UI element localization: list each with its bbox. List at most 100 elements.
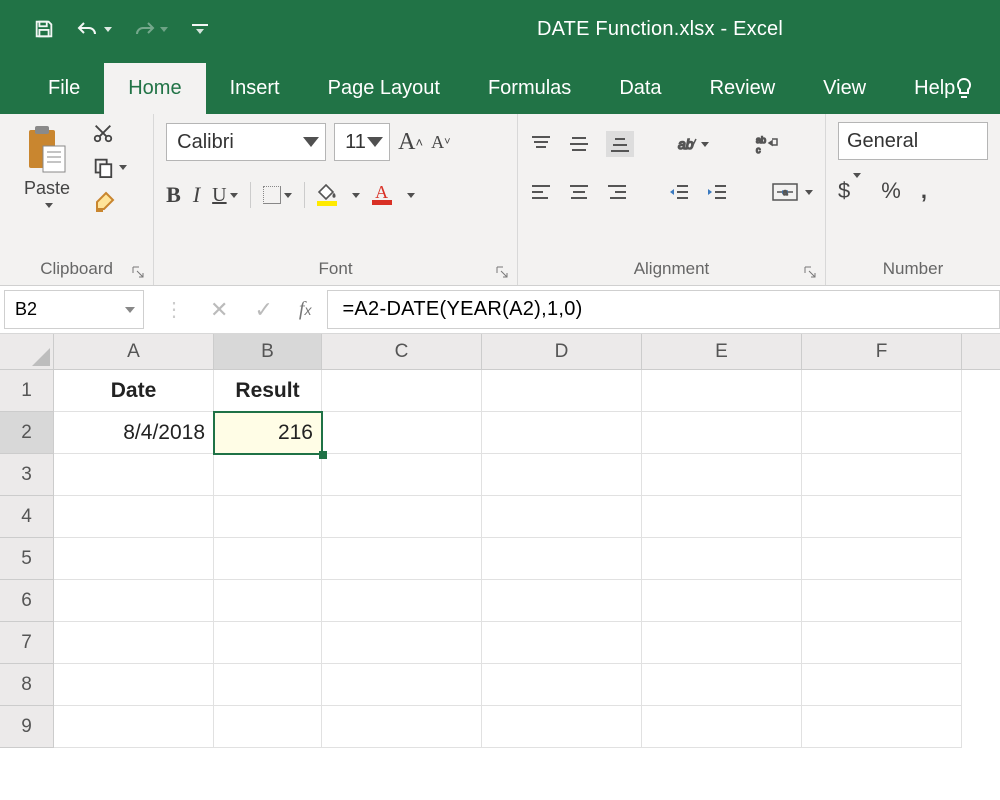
cell[interactable] bbox=[642, 496, 802, 538]
fill-color-dropdown-icon[interactable] bbox=[352, 193, 360, 198]
cell[interactable] bbox=[214, 580, 322, 622]
row-header[interactable]: 8 bbox=[0, 664, 53, 706]
redo-icon[interactable] bbox=[132, 17, 156, 41]
row-header[interactable]: 3 bbox=[0, 454, 53, 496]
cell[interactable] bbox=[802, 580, 962, 622]
cell[interactable] bbox=[214, 538, 322, 580]
cell[interactable] bbox=[322, 454, 482, 496]
decrease-font-icon[interactable]: A˅ bbox=[431, 132, 450, 153]
align-middle-icon[interactable] bbox=[568, 134, 590, 154]
name-box[interactable]: B2 bbox=[4, 290, 144, 329]
format-painter-button[interactable] bbox=[92, 190, 116, 214]
increase-indent-icon[interactable] bbox=[706, 183, 728, 201]
cell[interactable] bbox=[802, 370, 962, 412]
cell[interactable] bbox=[482, 454, 642, 496]
underline-button[interactable]: U bbox=[212, 184, 237, 207]
cell[interactable] bbox=[54, 580, 214, 622]
accounting-format-button[interactable]: $ bbox=[838, 178, 861, 204]
undo-dropdown-icon[interactable] bbox=[104, 27, 112, 32]
cell[interactable] bbox=[642, 664, 802, 706]
fill-handle[interactable] bbox=[319, 451, 327, 459]
cell[interactable] bbox=[642, 412, 802, 454]
border-button[interactable] bbox=[263, 186, 292, 204]
orientation-button[interactable]: ab bbox=[676, 134, 709, 154]
cell[interactable]: Date bbox=[54, 370, 214, 412]
tab-review[interactable]: Review bbox=[686, 63, 800, 114]
cell[interactable] bbox=[54, 664, 214, 706]
redo-dropdown-icon[interactable] bbox=[160, 27, 168, 32]
decrease-indent-icon[interactable] bbox=[668, 183, 690, 201]
row-header[interactable]: 1 bbox=[0, 370, 53, 412]
cell[interactable] bbox=[482, 706, 642, 748]
column-header[interactable]: B bbox=[214, 334, 322, 369]
cell[interactable]: 8/4/2018 bbox=[54, 412, 214, 454]
cell[interactable]: Result bbox=[214, 370, 322, 412]
cell[interactable] bbox=[214, 622, 322, 664]
row-header[interactable]: 4 bbox=[0, 496, 53, 538]
insert-function-icon[interactable]: fx bbox=[299, 298, 312, 321]
cell[interactable] bbox=[214, 454, 322, 496]
cell[interactable] bbox=[322, 580, 482, 622]
cell[interactable] bbox=[322, 496, 482, 538]
cell[interactable] bbox=[214, 664, 322, 706]
chevron-down-icon[interactable] bbox=[367, 137, 383, 147]
row-header[interactable]: 9 bbox=[0, 706, 53, 748]
increase-font-icon[interactable]: A˄ bbox=[398, 129, 423, 156]
cell[interactable] bbox=[214, 496, 322, 538]
number-format-combo[interactable]: General bbox=[838, 122, 988, 160]
column-header[interactable]: E bbox=[642, 334, 802, 369]
cell[interactable] bbox=[54, 622, 214, 664]
enter-formula-icon[interactable]: ✓ bbox=[254, 297, 272, 323]
chevron-down-icon[interactable] bbox=[303, 137, 319, 147]
cancel-formula-icon[interactable]: ✕ bbox=[210, 297, 228, 323]
column-header[interactable]: C bbox=[322, 334, 482, 369]
paste-dropdown-icon[interactable] bbox=[45, 203, 53, 208]
cell[interactable] bbox=[802, 454, 962, 496]
tab-home[interactable]: Home bbox=[104, 63, 205, 114]
cell[interactable] bbox=[642, 454, 802, 496]
cell-selected[interactable]: 216 bbox=[214, 412, 322, 454]
cell[interactable] bbox=[322, 706, 482, 748]
align-right-icon[interactable] bbox=[606, 183, 628, 201]
cell[interactable] bbox=[322, 538, 482, 580]
cell[interactable] bbox=[54, 496, 214, 538]
italic-button[interactable]: I bbox=[193, 182, 200, 208]
font-dialog-launcher-icon[interactable] bbox=[495, 265, 509, 279]
tab-formulas[interactable]: Formulas bbox=[464, 63, 595, 114]
font-size-combo[interactable]: 11 bbox=[334, 123, 390, 161]
row-header[interactable]: 5 bbox=[0, 538, 53, 580]
align-top-icon[interactable] bbox=[530, 134, 552, 154]
cell[interactable] bbox=[482, 370, 642, 412]
paste-button[interactable]: Paste bbox=[12, 120, 82, 255]
undo-icon[interactable] bbox=[76, 17, 100, 41]
tell-me-icon[interactable] bbox=[952, 76, 976, 100]
column-header[interactable]: A bbox=[54, 334, 214, 369]
alignment-dialog-launcher-icon[interactable] bbox=[803, 265, 817, 279]
row-header[interactable]: 6 bbox=[0, 580, 53, 622]
align-bottom-icon[interactable] bbox=[606, 131, 634, 157]
cell[interactable] bbox=[642, 706, 802, 748]
cell[interactable] bbox=[54, 706, 214, 748]
cell[interactable] bbox=[482, 496, 642, 538]
tab-data[interactable]: Data bbox=[595, 63, 685, 114]
tab-file[interactable]: File bbox=[24, 63, 104, 114]
cell[interactable] bbox=[322, 370, 482, 412]
cell[interactable] bbox=[54, 454, 214, 496]
cell[interactable] bbox=[642, 370, 802, 412]
cell[interactable] bbox=[642, 538, 802, 580]
bold-button[interactable]: B bbox=[166, 182, 181, 208]
cell[interactable] bbox=[322, 622, 482, 664]
cell[interactable] bbox=[642, 580, 802, 622]
merge-center-button[interactable]: a bbox=[772, 182, 813, 202]
tab-page-layout[interactable]: Page Layout bbox=[304, 63, 464, 114]
customize-qat-icon[interactable] bbox=[188, 17, 212, 41]
cell[interactable] bbox=[802, 706, 962, 748]
row-header[interactable]: 7 bbox=[0, 622, 53, 664]
cut-button[interactable] bbox=[92, 122, 114, 144]
align-center-icon[interactable] bbox=[568, 183, 590, 201]
tab-view[interactable]: View bbox=[799, 63, 890, 114]
tab-insert[interactable]: Insert bbox=[206, 63, 304, 114]
chevron-down-icon[interactable] bbox=[125, 307, 135, 313]
select-all-corner[interactable] bbox=[0, 334, 54, 370]
column-header[interactable]: D bbox=[482, 334, 642, 369]
